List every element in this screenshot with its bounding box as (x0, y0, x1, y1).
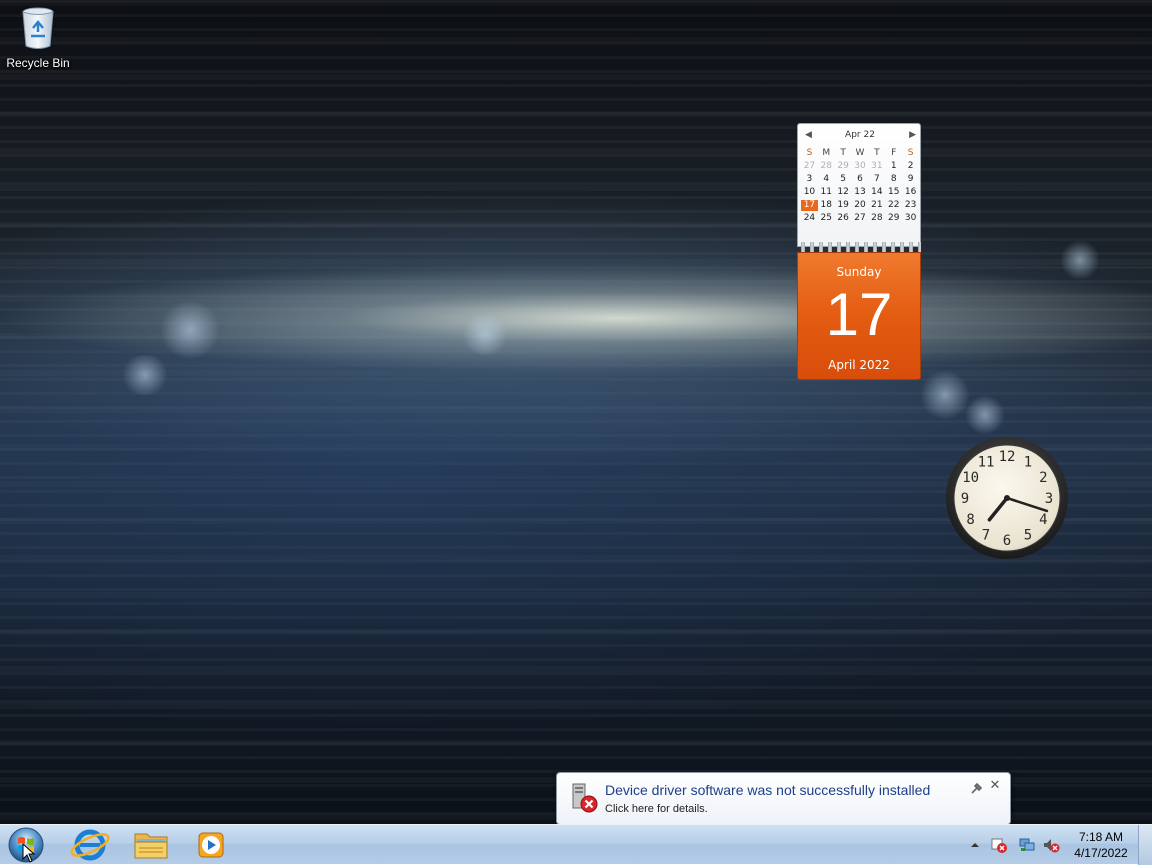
calendar-day-cell[interactable]: 3 (801, 174, 818, 185)
device-error-icon (567, 782, 599, 814)
bokeh-light (460, 315, 510, 355)
calendar-weekday: Sunday (836, 265, 882, 279)
volume-muted-icon[interactable] (1042, 837, 1060, 853)
notification-close-icon[interactable]: ✕ (988, 779, 1002, 793)
calendar-day-view: Sunday 17 April 2022 (797, 252, 921, 380)
notification-options-icon[interactable] (969, 781, 983, 795)
calendar-day-cell[interactable]: 18 (818, 200, 835, 211)
clock-numeral: 7 (982, 527, 990, 543)
calendar-day-cell[interactable]: 2 (902, 161, 919, 172)
action-center-error-icon[interactable] (990, 837, 1008, 853)
bokeh-light (160, 300, 220, 360)
clock-numeral: 9 (961, 491, 969, 507)
calendar-day-cell[interactable]: 11 (818, 187, 835, 198)
calendar-day-cell[interactable]: 25 (818, 213, 835, 224)
taskbar-date: 4/17/2022 (1074, 846, 1128, 860)
calendar-day-of-week-header: M (822, 148, 831, 158)
clock-gadget[interactable]: 12 1 2 3 4 5 6 7 8 9 10 11 (945, 436, 1069, 560)
mouse-cursor-icon (22, 842, 36, 863)
calendar-day-cell[interactable]: 4 (818, 174, 835, 185)
taskbar-button-internet-explorer[interactable] (62, 828, 118, 862)
clock-numeral: 2 (1039, 470, 1047, 486)
calendar-day-cell[interactable]: 30 (902, 213, 919, 224)
calendar-header: ◀ Apr 22 ▶ (798, 130, 922, 144)
calendar-grid: S M T W T F S 27 28 29 30 31 1 2 3 4 5 6 7 8 9 10 11 12 13 14 15 16… (801, 148, 919, 224)
previous-month-arrow-icon[interactable]: ◀ (805, 130, 812, 140)
calendar-month-view: ◀ Apr 22 ▶ S M T W T F S 27 28 29 30 31 1 2 3 4 5 6 7 8 9 10 1… (797, 123, 921, 247)
internet-explorer-icon (70, 829, 110, 861)
calendar-day-cell[interactable]: 28 (818, 161, 835, 172)
notification-text[interactable]: Click here for details. (605, 803, 708, 815)
bokeh-light (965, 395, 1005, 435)
calendar-day-cell[interactable]: 5 (835, 174, 852, 185)
clock-numeral: 3 (1045, 491, 1053, 507)
calendar-day-cell[interactable]: 8 (885, 174, 902, 185)
calendar-day-of-week-header: T (840, 148, 846, 158)
bokeh-light (920, 370, 970, 420)
calendar-day-cell[interactable]: 28 (868, 213, 885, 224)
calendar-day-cell[interactable]: 6 (852, 174, 869, 185)
taskbar-clock[interactable]: 7:18 AM 4/17/2022 (1066, 829, 1136, 861)
clock-numeral: 4 (1039, 512, 1047, 528)
bokeh-light (120, 355, 170, 395)
taskbar-time: 7:18 AM (1078, 830, 1124, 844)
calendar-day-cell[interactable]: 17 (801, 200, 818, 211)
calendar-day-of-week-header: S (907, 148, 914, 158)
calendar-day-cell[interactable]: 27 (801, 161, 818, 172)
clock-numeral: 6 (1003, 533, 1011, 549)
calendar-month-year: April 2022 (828, 358, 890, 372)
calendar-day-cell[interactable]: 24 (801, 213, 818, 224)
calendar-day-cell[interactable]: 29 (835, 161, 852, 172)
show-hidden-icons-arrow[interactable] (966, 837, 984, 853)
next-month-arrow-icon[interactable]: ▶ (909, 130, 916, 140)
calendar-day-cell[interactable]: 7 (868, 174, 885, 185)
calendar-day-cell[interactable]: 13 (852, 187, 869, 198)
calendar-day-cell[interactable]: 26 (835, 213, 852, 224)
notification-balloon[interactable]: Device driver software was not successfu… (556, 772, 1011, 825)
calendar-day-cell[interactable]: 27 (852, 213, 869, 224)
taskbar-button-windows-media-player[interactable] (183, 828, 239, 862)
calendar-month-label: Apr 22 (845, 130, 875, 140)
desktop-icon-label: Recycle Bin (6, 56, 70, 70)
calendar-day-cell[interactable]: 23 (902, 200, 919, 211)
clock-numeral: 11 (978, 455, 995, 471)
clock-numeral: 8 (966, 512, 974, 528)
calendar-day-of-week-header: S (806, 148, 813, 158)
calendar-day-of-week-header: W (855, 148, 865, 158)
recycle-bin-icon (21, 6, 55, 50)
calendar-day-cell[interactable]: 15 (885, 187, 902, 198)
calendar-day-of-week-header: F (891, 148, 897, 158)
clock-numeral: 1 (1024, 455, 1032, 471)
calendar-day-cell[interactable]: 12 (835, 187, 852, 198)
desktop-icon-recycle-bin[interactable]: Recycle Bin (4, 6, 72, 70)
calendar-day-cell[interactable]: 22 (885, 200, 902, 211)
calendar-day-cell[interactable]: 31 (868, 161, 885, 172)
calendar-day-cell[interactable]: 20 (852, 200, 869, 211)
calendar-day-cell[interactable]: 1 (885, 161, 902, 172)
desktop[interactable]: Recycle Bin ◀ Apr 22 ▶ S M T W T F S 27 28 29 30 31… (0, 0, 1152, 824)
calendar-day-of-week-header: T (874, 148, 880, 158)
taskbar-button-windows-explorer[interactable] (123, 828, 179, 862)
calendar-day-cell[interactable]: 21 (868, 200, 885, 211)
calendar-day-cell[interactable]: 9 (902, 174, 919, 185)
bokeh-light (1060, 240, 1100, 280)
clock-numeral: 5 (1024, 527, 1032, 543)
calendar-day-cell[interactable]: 14 (868, 187, 885, 198)
calendar-day-cell[interactable]: 19 (835, 200, 852, 211)
calendar-day-cell[interactable]: 10 (801, 187, 818, 198)
clock-center-pin (1004, 495, 1010, 501)
folder-icon (134, 833, 168, 859)
clock-numeral: 10 (962, 470, 979, 486)
calendar-big-day: 17 (825, 281, 893, 348)
clock-numeral: 12 (999, 449, 1016, 465)
notification-title[interactable]: Device driver software was not successfu… (605, 782, 930, 798)
show-desktop-button[interactable] (1138, 825, 1152, 865)
media-player-icon (198, 832, 224, 858)
network-icon[interactable] (1018, 837, 1036, 853)
calendar-day-cell[interactable]: 30 (852, 161, 869, 172)
taskbar: 7:18 AM 4/17/2022 (0, 824, 1152, 865)
calendar-gadget[interactable]: ◀ Apr 22 ▶ S M T W T F S 27 28 29 30 31 1 2 3 4 5 6 7 8 9 10 1… (797, 123, 921, 380)
calendar-day-cell[interactable]: 29 (885, 213, 902, 224)
calendar-day-cell[interactable]: 16 (902, 187, 919, 198)
